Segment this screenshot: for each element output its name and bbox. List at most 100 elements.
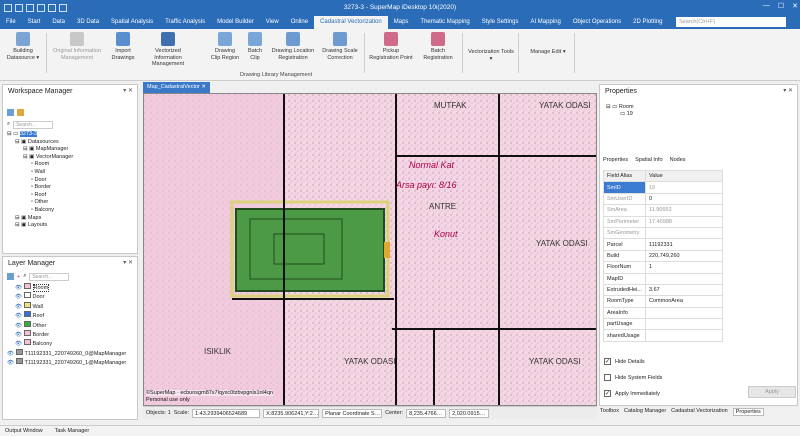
- attribute-row[interactable]: MapID: [603, 272, 723, 285]
- add-layer-icon[interactable]: +: [17, 274, 20, 280]
- menu-tab-model-builder[interactable]: Model Builder: [211, 16, 260, 29]
- scale-input[interactable]: 1:43.2939406524689: [192, 408, 261, 418]
- pin-icon[interactable]: ▾ ✕: [783, 85, 793, 98]
- dock-tab-catalog-manager[interactable]: Catalog Manager: [624, 408, 666, 416]
- center-x-input[interactable]: 8,235.4766…: [406, 408, 447, 418]
- layer-item[interactable]: 👁 Wall: [7, 301, 137, 311]
- menu-tab-maps[interactable]: Maps: [388, 16, 415, 29]
- workspace-tree-item[interactable]: ⊟ ▣ VectorManager: [7, 154, 137, 162]
- attribute-value[interactable]: CommonArea: [645, 295, 723, 308]
- attribute-value[interactable]: 0: [645, 192, 723, 206]
- attribute-value[interactable]: 19: [645, 181, 723, 194]
- attribute-value[interactable]: [645, 318, 723, 331]
- vectorized-information-management-button[interactable]: Vectorized Information Management: [142, 32, 194, 68]
- workspace-tree-item[interactable]: ⊟ ▣ Maps: [7, 215, 137, 223]
- visibility-icon[interactable]: 👁: [15, 294, 24, 300]
- layer-item[interactable]: 👁 Other: [7, 320, 137, 330]
- attribute-row[interactable]: SmArea 11.90653: [603, 204, 723, 217]
- menu-tab-traffic-analysis[interactable]: Traffic Analysis: [159, 16, 211, 29]
- visibility-icon[interactable]: 👁: [15, 323, 24, 329]
- layer-item[interactable]: 👁 Door: [7, 292, 137, 301]
- attribute-row[interactable]: partUsage: [603, 318, 723, 331]
- layer-search-input[interactable]: Search...: [29, 272, 70, 281]
- attribute-value[interactable]: 220,749,260: [645, 249, 723, 263]
- layer-item[interactable]: 👁 Roof: [7, 311, 137, 320]
- attribute-row[interactable]: Build 220,749,260: [603, 249, 723, 263]
- menu-tab-thematic-mapping[interactable]: Thematic Mapping: [414, 16, 475, 29]
- menu-tab-style-settings[interactable]: Style Settings: [476, 16, 525, 29]
- menu-tab-2d-plotting[interactable]: 2D Plotting: [627, 16, 668, 29]
- close-icon[interactable]: ✕: [792, 2, 798, 10]
- visibility-icon[interactable]: 👁: [7, 360, 16, 366]
- open-icon[interactable]: [17, 108, 24, 116]
- batch-clip-button[interactable]: Batch Clip: [244, 32, 266, 61]
- pin-icon[interactable]: ▾ ✕: [123, 257, 133, 270]
- drawing-scale-correction-button[interactable]: Drawing Scale Correction: [320, 32, 360, 61]
- attribute-row[interactable]: Parcel 11192331: [603, 238, 723, 251]
- attribute-row[interactable]: RoomType CommonArea: [603, 295, 723, 308]
- tab-nodes[interactable]: Nodes: [670, 157, 686, 163]
- attribute-row[interactable]: SmUserID 0: [603, 192, 723, 206]
- workspace-tree-item[interactable]: ⊟ ▣ Layouts: [7, 222, 137, 230]
- attribute-row[interactable]: ExtrudedHei... 3.67: [603, 283, 723, 297]
- batch-registration-button[interactable]: Batch Registration: [418, 32, 458, 61]
- dock-tab-properties[interactable]: Properties: [732, 408, 764, 416]
- attribute-value[interactable]: 11.90653: [645, 204, 723, 217]
- new-workspace-icon[interactable]: [7, 108, 14, 116]
- attribute-row[interactable]: sharedUsage: [603, 329, 723, 342]
- import-drawings-button[interactable]: Import Drawings: [108, 32, 138, 61]
- menu-tab-3d-data[interactable]: 3D Data: [71, 16, 105, 29]
- menu-tab-spatial-analysis[interactable]: Spatial Analysis: [105, 16, 159, 29]
- workspace-tree-item[interactable]: ▫ Wall: [7, 169, 137, 177]
- hide-details-checkbox[interactable]: ✓ Hide Details: [604, 358, 645, 365]
- workspace-tree-item[interactable]: ▫ Balcony: [7, 207, 137, 215]
- apply-button[interactable]: Apply: [748, 386, 796, 398]
- manage-edit-button[interactable]: Manage Edit ▾: [528, 49, 568, 56]
- quick-access-toolbar[interactable]: [0, 3, 67, 12]
- menu-tab-view[interactable]: View: [260, 16, 285, 29]
- workspace-tree-item[interactable]: ⊟ ▣ MapManager: [7, 146, 137, 154]
- menu-tab-cadastral-vectorization[interactable]: Cadastral Vectorization: [314, 16, 388, 29]
- workspace-tree-item[interactable]: ▫ Roof: [7, 192, 137, 200]
- layer-item[interactable]: 👁 T11192331_220749260_0@MapManager: [7, 348, 137, 358]
- visibility-icon[interactable]: 👁: [15, 332, 24, 338]
- layer-style-icon[interactable]: [7, 273, 14, 280]
- workspace-tree-item[interactable]: ▫ Room: [7, 161, 137, 169]
- task-manager-tab[interactable]: Task Manager: [55, 426, 90, 435]
- attribute-value[interactable]: [645, 329, 723, 342]
- attribute-value[interactable]: 1: [645, 261, 723, 274]
- search-icon[interactable]: ⌕: [7, 121, 10, 128]
- attribute-value[interactable]: [645, 306, 723, 320]
- apply-immediately-checkbox[interactable]: ✓ Apply Immediately: [604, 390, 660, 397]
- workspace-tree-item[interactable]: ▫ Border: [7, 184, 137, 192]
- search-icon[interactable]: ⌕: [23, 273, 26, 280]
- attribute-value[interactable]: 11192331: [645, 238, 723, 251]
- pickup-registration-point-button[interactable]: Pickup Registration Point: [368, 32, 414, 61]
- visibility-icon[interactable]: 👁: [15, 285, 24, 291]
- menu-tab-online[interactable]: Online: [285, 16, 314, 29]
- pin-icon[interactable]: ▾ ✕: [123, 85, 133, 98]
- hide-system-fields-checkbox[interactable]: Hide System Fields: [604, 374, 662, 381]
- attribute-value[interactable]: 3.67: [645, 283, 723, 297]
- attribute-value[interactable]: [645, 272, 723, 285]
- maximize-icon[interactable]: ☐: [778, 2, 784, 10]
- original-information-management-button[interactable]: Original Information Management: [50, 32, 104, 61]
- minimize-icon[interactable]: —: [763, 2, 770, 10]
- visibility-icon[interactable]: 👁: [7, 351, 16, 357]
- layer-item[interactable]: 👁 Border: [7, 330, 137, 339]
- dock-tab-cadastral-vectorization[interactable]: Cadastral Vectorization: [671, 408, 728, 416]
- vectorization-tools-button[interactable]: Vectorization Tools ▾: [468, 49, 514, 62]
- properties-tree-room[interactable]: ⊟ ▭ Room: [606, 104, 797, 111]
- building-datasource-button[interactable]: Building Datasource ▾: [4, 32, 42, 61]
- tab-properties[interactable]: Properties: [603, 157, 628, 163]
- workspace-tree-item[interactable]: ⊟ ▭ 3273-3: [7, 131, 137, 139]
- attribute-row[interactable]: SmPerimeter 17.46988: [603, 215, 723, 228]
- drawing-location-registration-button[interactable]: Drawing Location Registration: [270, 32, 316, 61]
- attribute-row[interactable]: AreaInfo: [603, 306, 723, 320]
- visibility-icon[interactable]: 👁: [15, 341, 24, 347]
- drawing-clip-region-button[interactable]: Drawing Clip Region: [210, 32, 240, 61]
- layer-item[interactable]: 👁 Room: [7, 283, 137, 292]
- dock-tab-toolbox[interactable]: Toolbox: [600, 408, 619, 416]
- attribute-row[interactable]: SmID 19: [603, 181, 723, 194]
- menu-tab-start[interactable]: Start: [22, 16, 47, 29]
